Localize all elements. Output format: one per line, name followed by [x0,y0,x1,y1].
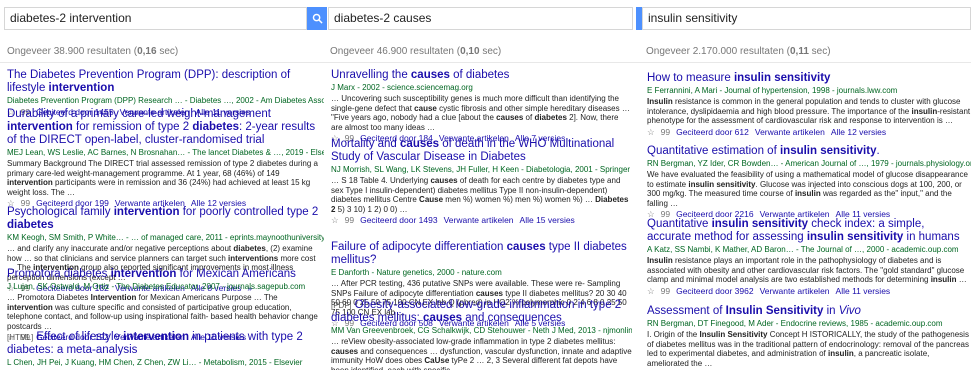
result-authors: RN Bergman, DT Finegood, M Ader - Endocr… [647,319,943,328]
result-authors: L Chen, JH Pei, J Kuang, HM Chen, Z Chen… [7,358,303,367]
result-title-link[interactable]: Promotora diabetes intervention for Mexi… [7,268,324,281]
divider [636,62,971,63]
search-result: [HTML] Effect of lifestyle intervention … [7,331,324,368]
quote-icon[interactable]: 99 [345,215,354,225]
result-title-link[interactable]: [PDF] Obesity-associated low-grade infla… [331,299,632,325]
search-result: How to measure insulin sensitivity E Ferr… [647,72,971,138]
search-input[interactable]: diabetes-2 causes [328,7,633,30]
result-snippet: … Promotora Diabetes Intervention for Me… [7,293,318,331]
result-title-link[interactable]: Mortality and causes of death in the WHO… [331,138,632,164]
result-title-link[interactable]: How to measure insulin sensitivity [647,72,971,85]
search-bar: diabetes-2 intervention [0,7,328,30]
related-articles-link[interactable]: Verwante artikelen [444,215,514,225]
results-panel-2: diabetes-2 causes Ongeveer 46.900 result… [328,0,636,370]
star-icon[interactable]: ☆ [647,286,655,296]
result-count: Ongeveer 2.170.000 resultaten (0,11 sec) [646,46,831,57]
versions-link[interactable]: Alle 11 versies [836,286,891,296]
search-result: Mortality and causes of death in the WHO… [331,138,632,226]
cited-by-link[interactable]: Geciteerd door 612 [676,127,749,137]
related-articles-link[interactable]: Verwante artikelen [760,286,830,296]
result-title-link[interactable]: Durability of a primary care-led weight-… [7,108,324,147]
result-snippet: Insulin resistance is common in the gene… [647,97,971,125]
search-button[interactable] [307,7,327,30]
result-snippet: Insulin resistance plays an important ro… [647,256,967,284]
result-title-link[interactable]: Quantitative estimation of insulin sensi… [647,145,971,158]
related-articles-link[interactable]: Verwante artikelen [755,127,825,137]
divider [328,62,636,63]
result-title-link[interactable]: Quantitative insulin sensitivity check i… [647,218,971,244]
cited-by-link[interactable]: Geciteerd door 1493 [360,215,438,225]
search-bar: insulin sensitivity [636,7,971,30]
result-snippet: … Uncovering such susceptibility genes i… [331,94,630,132]
search-result: [PDF] Obesity-associated low-grade infla… [331,299,632,370]
versions-link[interactable]: Alle 15 versies [520,215,575,225]
result-authors: E Danforth - Nature genetics, 2000 - nat… [331,268,502,277]
result-snippet: I. Origin of the Insulin Sensitivity Con… [647,330,969,368]
result-count: Ongeveer 46.900 resultaten (0,10 sec) [330,46,502,57]
search-input[interactable]: diabetes-2 intervention [4,7,307,30]
result-authors: RN Bergman, YZ Ider, CR Bowden… - Americ… [647,159,971,168]
divider [0,62,328,63]
search-input[interactable]: insulin sensitivity [642,7,971,30]
result-snippet: … reView obesity-associated low-grade in… [331,337,632,370]
result-count: Ongeveer 38.900 resultaten (0,16 sec) [7,46,179,57]
result-authors: Diabetes Prevention Program (DPP) Resear… [7,96,324,105]
result-title-link[interactable]: Assessment of Insulin Sensitivity in Viv… [647,305,971,318]
result-actions: ☆ 99 Geciteerd door 612 Verwante artikelen A… [647,127,971,138]
result-authors: KM Keogh, SM Smith, P White… - … of mana… [7,233,324,242]
result-actions: ☆ 99 Geciteerd door 3962 Verwante artikelen… [647,286,971,297]
search-icon [312,13,323,24]
result-title-link[interactable]: Failure of adipocyte differentiation cau… [331,241,632,267]
result-title-link[interactable]: Unravelling the causes of diabetes [331,69,632,82]
search-result: Durability of a primary care-led weight-… [7,108,324,209]
star-icon[interactable]: ☆ [647,127,655,137]
result-authors: MEJ Lean, WS Leslie, AC Barnes, N Brosna… [7,148,324,157]
result-authors: NJ Morrish, SL Wang, LK Stevens, JH Full… [331,165,631,174]
search-result: Quantitative estimation of insulin sensi… [647,145,971,220]
result-authors: J Lujan, SK Ostwald, M Ortiz - The Diabe… [7,282,306,291]
search-bar: diabetes-2 causes [328,7,636,30]
star-icon[interactable]: ☆ [331,215,339,225]
search-result: Unravelling the causes of diabetes J Marx… [331,69,632,144]
result-authors: J Marx - 2002 - science.sciencemag.org [331,83,473,92]
result-title-link[interactable]: Psychological family intervention for po… [7,206,324,232]
result-authors: MM Van Greevenbroek, CG Schalkwijk, CD S… [331,326,632,335]
cited-by-link[interactable]: Geciteerd door 3962 [676,286,754,296]
results-panel-1: diabetes-2 intervention Ongeveer 38.900 … [0,0,328,370]
result-snippet: … S 18 Table 4. Underlying causes of dea… [331,176,629,214]
search-result: Quantitative insulin sensitivity check i… [647,218,971,297]
result-title-link[interactable]: [HTML] Effect of lifestyle intervention … [7,331,324,357]
result-authors: A Katz, SS Nambi, K Mather, AD Baron… - … [647,245,959,254]
search-result: Assessment of Insulin Sensitivity in Viv… [647,305,971,370]
results-panel-3: insulin sensitivity Ongeveer 2.170.000 r… [636,0,971,370]
result-actions: ☆ 99 Geciteerd door 1493 Verwante artikelen… [331,215,632,226]
versions-link[interactable]: Alle 12 versies [831,127,886,137]
quote-icon[interactable]: 99 [661,127,670,137]
result-snippet: Summary Background The DIRECT trial asse… [7,159,318,197]
result-title-link[interactable]: The Diabetes Prevention Program (DPP): d… [7,69,324,95]
quote-icon[interactable]: 99 [661,286,670,296]
result-snippet: We have evaluated the feasibility of usi… [647,170,968,208]
result-authors: E Ferrannini, A Mari - Journal of hypert… [647,86,898,95]
